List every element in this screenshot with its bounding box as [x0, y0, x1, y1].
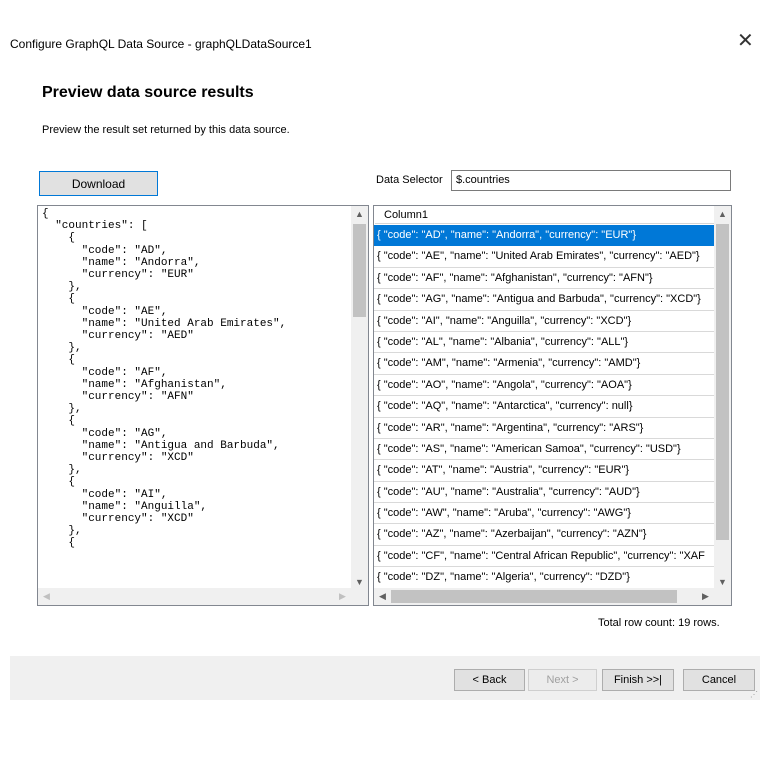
table-row[interactable]: { "code": "AF", "name": "Afghanistan", "…: [374, 268, 715, 290]
json-horizontal-scrollbar[interactable]: ◀ ▶: [38, 588, 351, 605]
results-grid[interactable]: Column1 { "code": "AD", "name": "Andorra…: [373, 205, 732, 606]
table-row[interactable]: { "code": "AM", "name": "Armenia", "curr…: [374, 353, 715, 375]
column-header[interactable]: Column1: [375, 207, 715, 224]
table-row[interactable]: { "code": "AS", "name": "American Samoa"…: [374, 439, 715, 461]
download-button[interactable]: Download: [39, 171, 158, 196]
grid-vertical-scrollbar[interactable]: ▲ ▼: [714, 206, 731, 590]
table-row[interactable]: { "code": "CF", "name": "Central African…: [374, 546, 715, 568]
table-row[interactable]: { "code": "AO", "name": "Angola", "curre…: [374, 375, 715, 397]
table-row[interactable]: { "code": "AZ", "name": "Azerbaijan", "c…: [374, 524, 715, 546]
scroll-left-icon[interactable]: ◀: [374, 591, 391, 602]
table-row[interactable]: { "code": "AR", "name": "Argentina", "cu…: [374, 418, 715, 439]
scrollbar-corner: [351, 588, 368, 605]
data-selector-label: Data Selector: [376, 174, 443, 186]
back-button[interactable]: < Back: [454, 669, 525, 691]
table-row[interactable]: { "code": "AQ", "name": "Antarctica", "c…: [374, 396, 715, 418]
json-preview-text: { "countries": [ { "code": "AD", "name":…: [42, 208, 287, 550]
window-title: Configure GraphQL Data Source - graphQLD…: [10, 37, 312, 51]
scroll-right-icon[interactable]: ▶: [697, 591, 714, 602]
grid-horizontal-scrollbar[interactable]: ◀ ▶: [374, 588, 714, 605]
json-vertical-scrollbar[interactable]: ▲ ▼: [351, 206, 368, 590]
resize-grip-icon[interactable]: ⋰: [750, 690, 758, 699]
scroll-down-icon[interactable]: ▼: [714, 577, 731, 587]
table-row[interactable]: { "code": "AI", "name": "Anguilla", "cur…: [374, 311, 715, 332]
finish-button[interactable]: Finish >>|: [602, 669, 674, 691]
cancel-button[interactable]: Cancel: [683, 669, 755, 691]
table-row[interactable]: { "code": "AW", "name": "Aruba", "curren…: [374, 503, 715, 525]
table-row[interactable]: { "code": "DZ", "name": "Algeria", "curr…: [374, 567, 715, 589]
table-row[interactable]: { "code": "AG", "name": "Antigua and Bar…: [374, 289, 715, 311]
table-row[interactable]: { "code": "AE", "name": "United Arab Emi…: [374, 246, 715, 268]
close-icon[interactable]: ✕: [737, 31, 754, 51]
data-selector-input[interactable]: $.countries: [451, 170, 731, 191]
next-button[interactable]: Next >: [528, 669, 597, 691]
scroll-up-icon[interactable]: ▲: [714, 209, 731, 219]
scroll-right-icon[interactable]: ▶: [334, 591, 351, 602]
total-row-count: Total row count: 19 rows.: [598, 617, 720, 629]
scrollbar-corner: [714, 588, 731, 605]
scroll-thumb[interactable]: [716, 224, 729, 540]
scroll-thumb[interactable]: [391, 590, 677, 603]
table-row[interactable]: { "code": "AD", "name": "Andorra", "curr…: [374, 225, 715, 247]
table-row[interactable]: { "code": "AU", "name": "Australia", "cu…: [374, 482, 715, 504]
scroll-down-icon[interactable]: ▼: [351, 577, 368, 587]
scroll-thumb[interactable]: [353, 224, 366, 317]
grid-rows: { "code": "AD", "name": "Andorra", "curr…: [374, 225, 715, 589]
table-row[interactable]: { "code": "AT", "name": "Austria", "curr…: [374, 460, 715, 482]
page-description: Preview the result set returned by this …: [42, 124, 290, 136]
scroll-left-icon[interactable]: ◀: [38, 591, 55, 602]
page-title: Preview data source results: [42, 84, 254, 101]
json-preview-pane[interactable]: { "countries": [ { "code": "AD", "name":…: [37, 205, 369, 606]
scroll-up-icon[interactable]: ▲: [351, 209, 368, 219]
table-row[interactable]: { "code": "AL", "name": "Albania", "curr…: [374, 332, 715, 354]
